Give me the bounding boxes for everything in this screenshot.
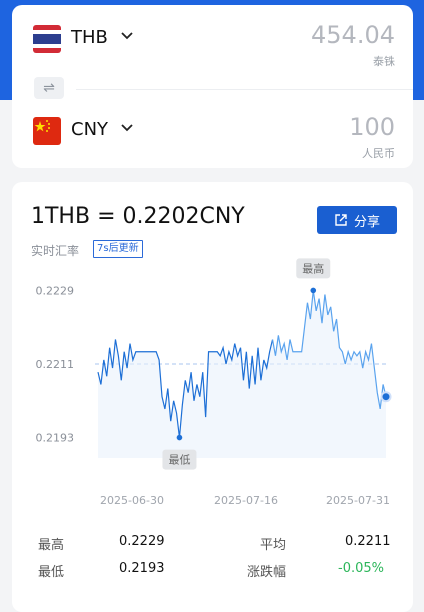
stat-change-label: 涨跌幅 <box>247 565 287 580</box>
y-tick-label: 0.2211 <box>36 358 75 371</box>
x-tick-label: 2025-06-30 <box>100 494 164 507</box>
to-currency-row[interactable]: CNY 100 人民币 <box>12 97 413 167</box>
from-currency-row[interactable]: THB 454.04 泰铢 <box>12 5 413 75</box>
from-currency-code[interactable]: THB <box>71 27 108 48</box>
stat-low-label: 最低 <box>38 565 65 580</box>
y-tick-label: 0.2229 <box>36 284 75 297</box>
rate-line-chart[interactable]: 0.2229 0.2211 0.2193 2025-06-30 2025-07-16 20… <box>12 182 413 522</box>
to-currency-name: 人民币 <box>362 147 395 160</box>
stat-low-value: 0.2193 <box>119 561 165 576</box>
converter-card: THB 454.04 泰铢 ⇌ CNY 100 人民币 <box>12 5 413 168</box>
chevron-down-icon[interactable] <box>120 121 134 135</box>
stat-high-value: 0.2229 <box>119 534 165 549</box>
to-currency-code[interactable]: CNY <box>71 119 108 140</box>
chevron-down-icon[interactable] <box>120 29 134 43</box>
china-flag-icon <box>33 117 61 145</box>
stat-high-label: 最高 <box>38 538 65 553</box>
latest-point <box>380 391 392 403</box>
min-point <box>176 434 183 441</box>
max-point <box>310 287 317 294</box>
to-amount-input[interactable]: 100 <box>349 113 395 141</box>
stat-change-value: -0.05% <box>338 561 384 576</box>
min-marker-label: 最低 <box>168 454 190 467</box>
from-currency-name: 泰铢 <box>373 55 395 68</box>
x-tick-label: 2025-07-16 <box>214 494 278 507</box>
area-fill <box>98 290 386 458</box>
thailand-flag-icon <box>33 25 61 53</box>
from-amount-input[interactable]: 454.04 <box>311 21 395 49</box>
y-tick-label: 0.2193 <box>36 432 75 445</box>
stat-avg-label: 平均 <box>260 538 287 553</box>
stat-avg-value: 0.2211 <box>345 534 391 549</box>
swap-icon[interactable]: ⇌ <box>34 77 64 99</box>
x-tick-label: 2025-07-31 <box>326 494 390 507</box>
max-marker-label: 最高 <box>302 261 324 275</box>
divider <box>76 89 413 90</box>
rate-chart-card: 1THB = 0.2202CNY 分享 实时汇率 7s后更新 0.2229 0.2… <box>12 182 413 612</box>
